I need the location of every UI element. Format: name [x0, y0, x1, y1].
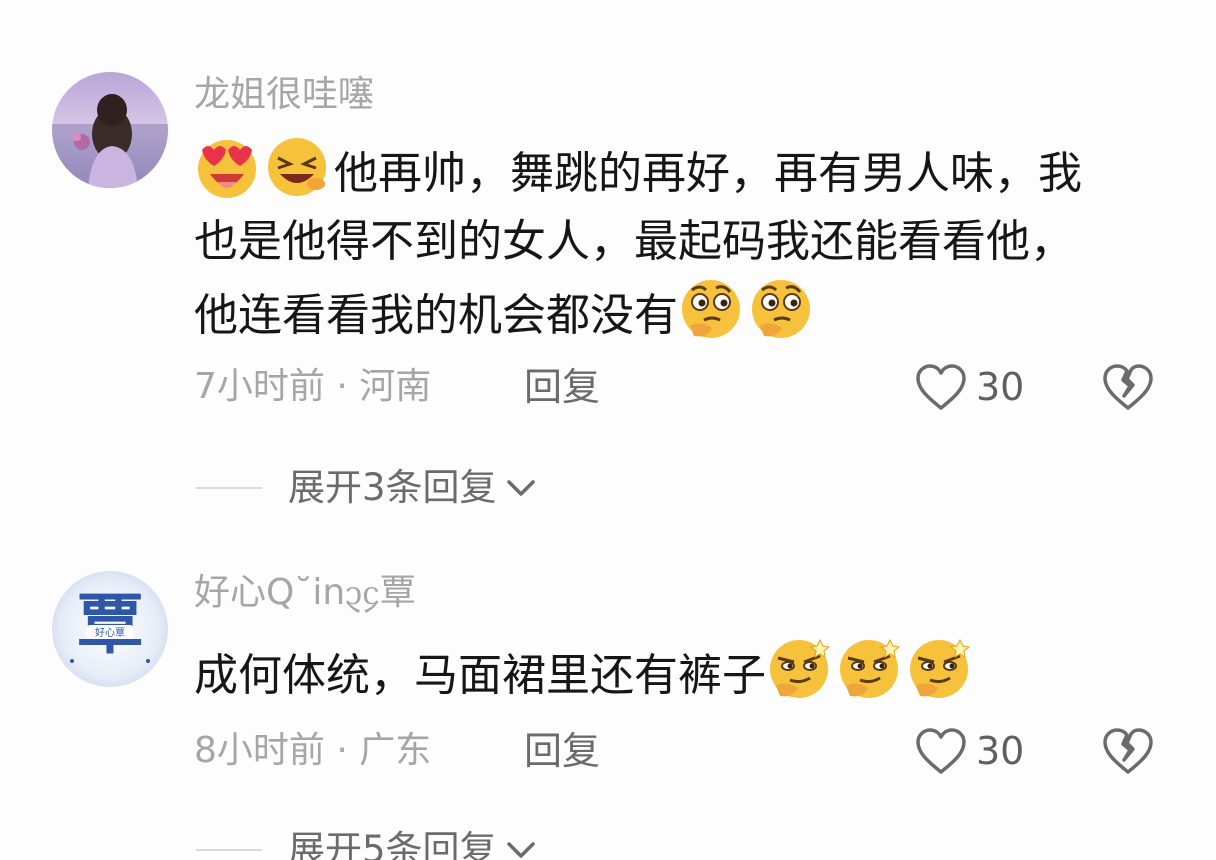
expand-replies-button[interactable]: 展开5条回复: [196, 828, 539, 860]
comment-text-line-1: 他再帅，舞跳的再好，再有男人味，我: [334, 148, 1082, 199]
username[interactable]: 好心Q˘in᧓᧔覃: [194, 571, 416, 615]
squint-laugh-emoji-icon: [264, 134, 330, 200]
thinking-emoji-icon: [678, 276, 744, 342]
smirk-emoji-icon: [766, 636, 832, 702]
expand-replies-label: 展开5条回复: [288, 828, 497, 860]
comment-line: 成何体统，马面裙里还有裤子: [194, 636, 1164, 710]
chevron-down-icon: [506, 842, 535, 858]
username[interactable]: 龙姐很哇噻: [194, 73, 374, 117]
comment-text: 他再帅，舞跳的再好，再有男人味，我 也是他得不到的女人，最起码我还能看看他， 他…: [194, 134, 1164, 350]
comment-meta: 8小时前 · 广东: [194, 730, 432, 771]
smirk-emoji-icon: [836, 636, 902, 702]
like-count: 30: [976, 729, 1025, 773]
reply-button[interactable]: 回复: [524, 729, 600, 773]
avatar-glyph: 覃: [77, 586, 143, 663]
comment-line: 他连看看我的机会都没有: [194, 276, 1164, 350]
expand-replies-label: 展开3条回复: [288, 466, 497, 509]
avatar-small-text: 好心覃: [95, 627, 125, 639]
comment-text-line-3: 他连看看我的机会都没有: [194, 290, 678, 341]
divider: [196, 487, 262, 489]
avatar[interactable]: [52, 72, 168, 188]
heart-eyes-emoji-icon: [194, 134, 260, 200]
expand-replies-button[interactable]: 展开3条回复: [196, 466, 539, 510]
broken-heart-icon[interactable]: [1102, 726, 1154, 776]
heart-icon: [916, 728, 966, 774]
like-button[interactable]: 30: [914, 726, 1024, 776]
heart-icon: [916, 364, 966, 410]
comment-line: 他再帅，舞跳的再好，再有男人味，我: [194, 134, 1164, 208]
broken-heart-icon[interactable]: [1102, 362, 1154, 412]
chevron-down-icon: [506, 480, 535, 496]
avatar[interactable]: 覃 好心覃: [52, 571, 168, 687]
comment-list: 龙姐很哇噻 他再帅，舞跳的再好，再有男人味，我 也是他得不到的女人，最起码我还能…: [0, 0, 1216, 860]
comment-text: 成何体统，马面裙里还有裤子: [194, 636, 1164, 710]
divider: [196, 849, 262, 851]
comment-text-line-2: 也是他得不到的女人，最起码我还能看看他，: [194, 216, 1074, 267]
comment-text-line-1: 成何体统，马面裙里还有裤子: [194, 650, 766, 701]
reply-button[interactable]: 回复: [524, 365, 600, 409]
like-button[interactable]: 30: [914, 362, 1024, 412]
smirk-emoji-icon: [906, 636, 972, 702]
like-count: 30: [976, 365, 1025, 409]
comment-meta: 7小时前 · 河南: [194, 366, 432, 407]
thinking-emoji-icon: [748, 276, 814, 342]
